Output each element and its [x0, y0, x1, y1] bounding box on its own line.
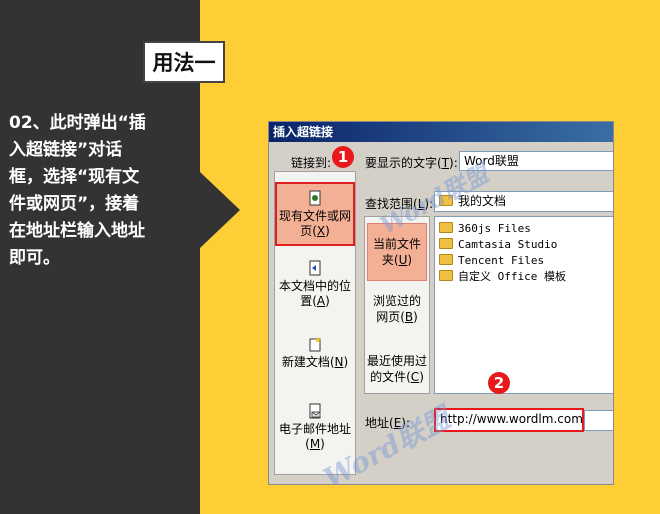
folder-icon	[439, 238, 453, 249]
method-heading: 用法一	[143, 41, 225, 83]
subnav-panel: 当前文件 夹(U) 浏览过的 网页(B) 最近使用过 的文件(C)	[364, 216, 430, 394]
dialog-title: 插入超链接	[269, 122, 613, 142]
step-marker-2: 2	[488, 372, 510, 394]
file-row[interactable]: Tencent Files	[439, 253, 544, 269]
address-input[interactable]: http://www.wordlm.com/	[434, 408, 584, 432]
instruction-text: 02、此时弹出“插 入超链接”对话 框，选择“现有文 件或网页”，接着 在地址栏…	[9, 113, 146, 268]
file-row[interactable]: Camtasia Studio	[439, 237, 557, 253]
folder-icon	[439, 254, 453, 265]
linkbar-existing-file[interactable]: 现有文件或网 页(X)	[275, 182, 355, 246]
subnav-recent-files[interactable]: 最近使用过 的文件(C)	[367, 353, 427, 393]
existing-file-icon	[309, 190, 321, 206]
link-to-label: 链接到:	[291, 156, 332, 170]
display-text-label: 要显示的文字(T):	[365, 156, 458, 170]
folder-icon	[439, 222, 453, 233]
new-document-icon	[309, 337, 321, 352]
email-address-icon	[309, 403, 321, 419]
insert-hyperlink-dialog: 插入超链接 链接到: 要显示的文字(T): Word联盟 查找范围(L): 我的…	[268, 121, 614, 485]
linkbar-new-document[interactable]: 新建文档(N)	[275, 332, 355, 376]
link-to-bar: 现有文件或网 页(X) 本文档中的位 置(A) 新建文档(N) 电子邮件地址 (M)	[274, 171, 356, 475]
folder-icon	[439, 270, 453, 281]
place-in-document-icon	[309, 260, 321, 276]
step-marker-1: 1	[332, 146, 354, 168]
file-row[interactable]: 自定义 Office 模板	[439, 269, 566, 285]
file-list: 360js Files Camtasia Studio Tencent File…	[434, 216, 613, 394]
subnav-browsed-pages[interactable]: 浏览过的 网页(B)	[367, 293, 427, 333]
pointer-arrow	[200, 172, 240, 248]
address-dropdown[interactable]	[584, 410, 613, 431]
file-row[interactable]: 360js Files	[439, 221, 531, 237]
linkbar-place-in-document[interactable]: 本文档中的位 置(A)	[275, 256, 355, 314]
